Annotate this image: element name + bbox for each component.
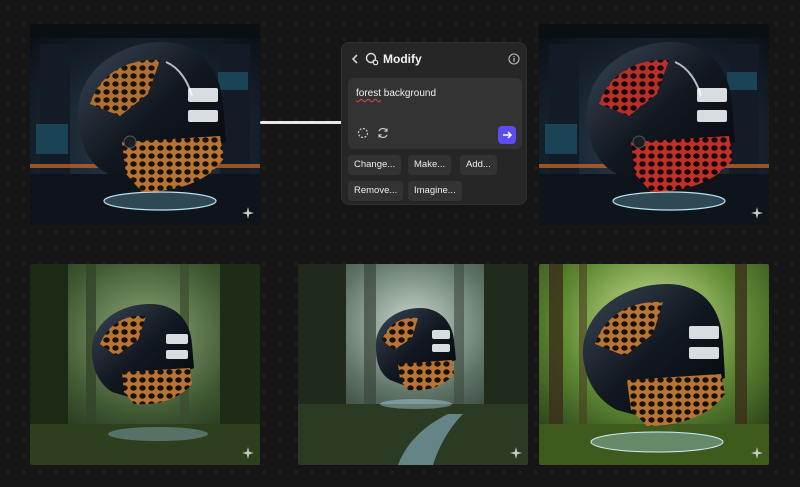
helmet-lab-image: [30, 24, 260, 225]
panel-header: Modify: [342, 43, 526, 75]
arrow-right-icon: [503, 131, 513, 139]
image-original[interactable]: [30, 24, 260, 225]
prompt-misspelled-word: forest: [356, 88, 382, 99]
prompt-rest: background: [381, 88, 437, 99]
helmet-red-lab-image: [539, 24, 769, 225]
helmet-forest-sunny-image: [539, 264, 769, 465]
send-button[interactable]: [498, 126, 516, 144]
info-icon[interactable]: [508, 53, 520, 65]
prompt-input[interactable]: forest background: [348, 78, 522, 149]
chip-make[interactable]: Make...: [408, 155, 452, 175]
sparkle-icon: [510, 447, 522, 459]
modify-icon: [365, 52, 379, 66]
panel-title: Modify: [383, 52, 422, 66]
chip-add[interactable]: Add...: [460, 155, 497, 175]
chevron-left-icon[interactable]: [349, 52, 361, 66]
connector-line: [260, 121, 342, 124]
image-modified-red[interactable]: [539, 24, 769, 225]
chip-change[interactable]: Change...: [348, 155, 402, 175]
prompt-text[interactable]: forest background: [356, 88, 436, 99]
image-forest-2[interactable]: [298, 264, 528, 465]
helmet-forest-stream-image: [298, 264, 528, 465]
image-forest-1[interactable]: [30, 264, 260, 465]
modify-panel: Modify forest background Change... Make.…: [341, 42, 527, 205]
lasso-icon[interactable]: [356, 126, 370, 140]
sparkle-icon: [242, 447, 254, 459]
sparkle-icon: [242, 207, 254, 219]
sparkle-icon: [751, 207, 763, 219]
refresh-icon[interactable]: [376, 126, 390, 140]
image-forest-3[interactable]: [539, 264, 769, 465]
chip-remove[interactable]: Remove...: [348, 181, 404, 201]
sparkle-icon: [751, 447, 763, 459]
helmet-forest-image: [30, 264, 260, 465]
chip-imagine[interactable]: Imagine...: [408, 181, 462, 201]
